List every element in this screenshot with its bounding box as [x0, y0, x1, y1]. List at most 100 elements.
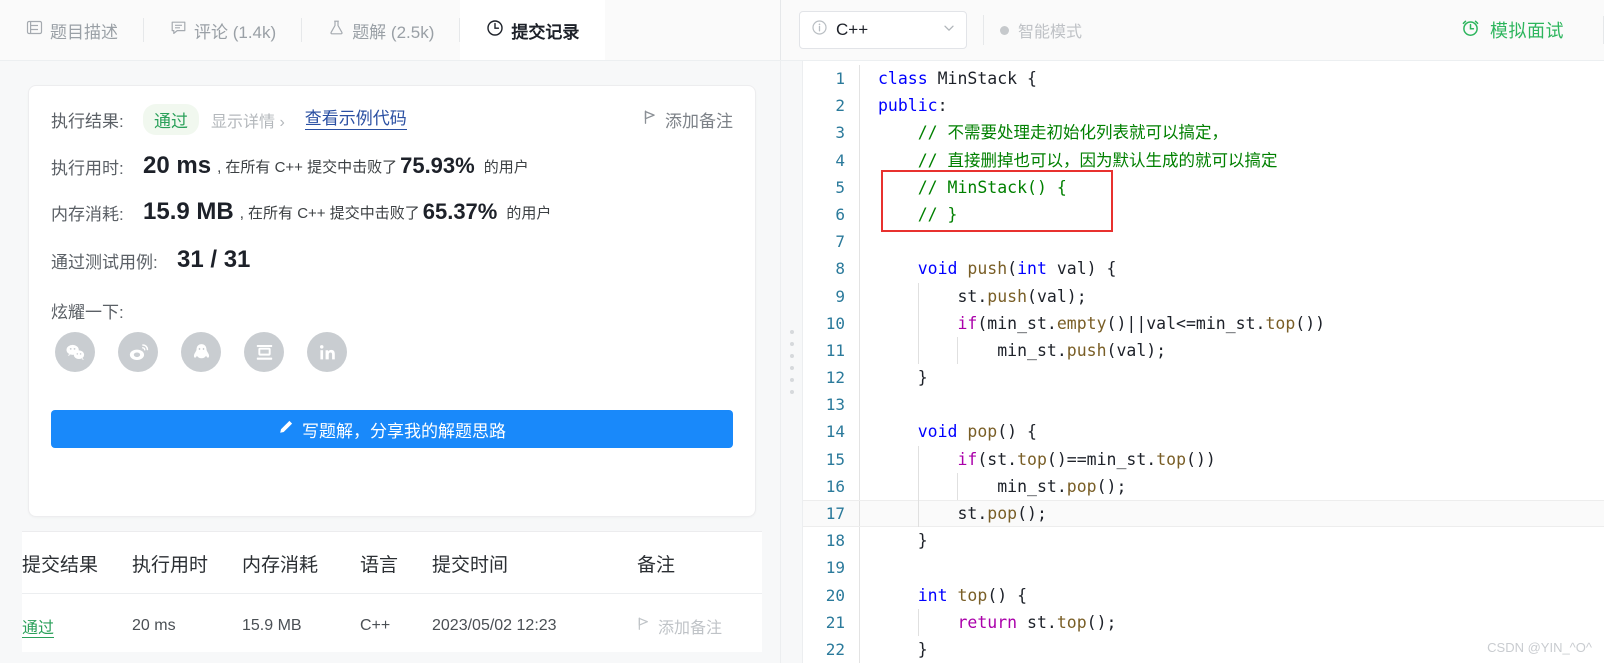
code-line[interactable]: 8 void push(int val) {	[803, 255, 1604, 283]
code-line[interactable]: 20 int top() {	[803, 581, 1604, 609]
alarm-clock-icon	[1460, 17, 1481, 43]
description-icon	[26, 19, 43, 41]
code-line[interactable]: 5 // MinStack() {	[803, 173, 1604, 201]
tab-strip: 题目描述 评论 (1.4k) 题解 (2.5k) 提交记录	[0, 0, 780, 60]
memory-row: 内存消耗: 15.9 MB , 在所有 C++ 提交中击败了 65.37% 的用…	[51, 198, 551, 226]
write-solution-button[interactable]: 写题解，分享我的解题思路	[51, 410, 733, 448]
line-number: 21	[825, 612, 845, 632]
code-token: .	[1046, 612, 1057, 632]
code-line[interactable]: 7	[803, 228, 1604, 256]
code-token: st	[1027, 612, 1047, 632]
tab-comments[interactable]: 评论 (1.4k)	[144, 0, 303, 60]
code-token: min_st	[1086, 449, 1147, 469]
qq-icon[interactable]	[181, 332, 221, 372]
line-number: 10	[825, 313, 845, 333]
table-row[interactable]: 通过 20 ms 15.9 MB C++ 2023/05/02 12:23 添加…	[22, 594, 762, 653]
code-line[interactable]: 18 }	[803, 527, 1604, 555]
code-line[interactable]: 16 min_st.pop();	[803, 472, 1604, 501]
code-text: class MinStack {	[860, 65, 1037, 92]
tab-submissions[interactable]: 提交记录	[460, 0, 606, 60]
code-token: int	[1017, 259, 1057, 279]
memory-text-after: 的用户	[506, 204, 552, 222]
panel-splitter[interactable]	[780, 61, 802, 663]
clock-icon	[486, 19, 504, 42]
code-token: .	[1146, 449, 1157, 469]
show-detail-link[interactable]: 显示详情 ›	[211, 108, 285, 132]
code-line[interactable]: 13	[803, 391, 1604, 419]
flask-icon	[328, 19, 345, 41]
code-line[interactable]: 4 // 直接删掉也可以，因为默认生成的就可以搞定	[803, 146, 1604, 174]
line-number: 12	[825, 368, 845, 388]
line-number: 20	[825, 585, 845, 605]
cell-language: C++	[360, 617, 391, 634]
runtime-label: 执行用时:	[51, 158, 124, 178]
mock-interview-button[interactable]: 模拟面试	[1460, 17, 1564, 43]
write-solution-label: 写题解，分享我的解题思路	[302, 421, 506, 441]
gutter-divider	[859, 391, 860, 419]
code-line[interactable]: 6 // }	[803, 200, 1604, 229]
smart-mode-indicator-icon	[1000, 25, 1009, 35]
code-token: (	[1007, 259, 1018, 279]
code-token: .	[977, 286, 988, 306]
code-token: (	[977, 313, 988, 333]
code-line[interactable]: 21 return st.top();	[803, 608, 1604, 636]
line-number: 11	[825, 340, 845, 360]
code-line[interactable]: 9 st.push(val);	[803, 282, 1604, 310]
column-header-result: 提交结果	[22, 532, 132, 594]
code-lines[interactable]: 1 class MinStack {2 public: 3 // 不需要处理走初始化列…	[803, 61, 1604, 663]
line-number: 1	[835, 69, 845, 88]
wechat-icon[interactable]	[55, 332, 95, 372]
code-token: () {	[987, 585, 1028, 605]
line-number: 18	[825, 531, 845, 551]
weibo-icon[interactable]	[118, 332, 158, 372]
code-token: ()==	[1046, 449, 1087, 469]
cell-memory: 15.9 MB	[242, 617, 302, 634]
column-header-language: 语言	[360, 532, 432, 594]
code-line[interactable]: 10 if(min_st.empty()||val<=min_st.top())	[803, 309, 1604, 337]
code-token: .	[1056, 476, 1067, 496]
code-line[interactable]: 2 public:	[803, 92, 1604, 120]
code-text: st.pop();	[860, 500, 1047, 528]
indent-space	[878, 500, 957, 528]
language-value: C++	[836, 20, 869, 39]
code-token: MinStack	[937, 69, 1018, 88]
code-line[interactable]: 12 }	[803, 364, 1604, 392]
code-line[interactable]: 1 class MinStack {	[803, 65, 1604, 93]
result-link[interactable]: 通过	[22, 620, 55, 638]
code-token: st	[957, 504, 978, 523]
code-line[interactable]: 19	[803, 554, 1604, 582]
add-note-button[interactable]: 添加备注	[643, 107, 733, 132]
code-line[interactable]: 11 min_st.push(val);	[803, 336, 1604, 365]
code-line[interactable]: 14 void pop() {	[803, 418, 1604, 446]
status-badge: 通过	[143, 104, 199, 135]
sample-code-link[interactable]: 查看示例代码	[304, 109, 407, 130]
code-token: ();	[1017, 504, 1047, 523]
column-header-runtime: 执行用时	[132, 532, 242, 594]
code-line[interactable]: 15 if(st.top()==min_st.top())	[803, 445, 1604, 473]
code-line[interactable]: 17 st.pop();	[803, 500, 1604, 528]
code-token: .	[1056, 340, 1067, 360]
code-token: min_st	[997, 340, 1057, 360]
line-number: 7	[835, 232, 845, 252]
code-line[interactable]: 3 // 不需要处理走初始化列表就可以搞定，	[803, 119, 1604, 147]
language-select[interactable]: C++	[799, 11, 967, 49]
row-add-note-button[interactable]: 添加备注	[637, 614, 762, 638]
flag-icon	[637, 616, 651, 636]
leetcode-submission-page: 题目描述 评论 (1.4k) 题解 (2.5k) 提交记录 C++ 智能模式 模…	[0, 0, 1604, 663]
smart-mode-toggle[interactable]: 智能模式	[1000, 18, 1082, 42]
code-line[interactable]: 22 }	[803, 635, 1604, 663]
code-token: void	[917, 259, 968, 279]
code-token: if	[957, 313, 978, 333]
code-token: return	[957, 612, 1028, 632]
linkedin-icon[interactable]	[307, 332, 347, 372]
pencil-icon	[278, 419, 294, 440]
tab-description[interactable]: 题目描述	[0, 0, 144, 60]
tab-solutions[interactable]: 题解 (2.5k)	[302, 0, 461, 60]
douban-icon[interactable]	[244, 332, 284, 372]
code-editor-panel[interactable]: 1 class MinStack {2 public: 3 // 不需要处理走初始化列…	[802, 61, 1604, 663]
